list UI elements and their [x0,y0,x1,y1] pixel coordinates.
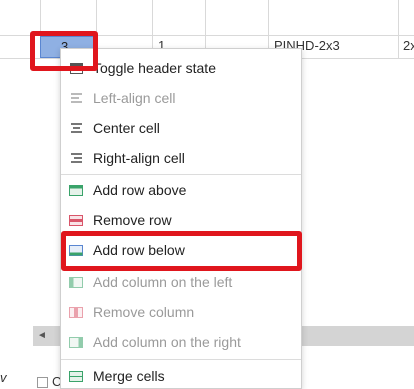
add-row-above-icon [69,184,83,196]
menu-item-right-align-cell[interactable]: Right-align cell [61,143,301,173]
align-right-icon [69,152,83,164]
partial-text: v [0,370,7,385]
remove-column-icon [69,306,83,318]
checkbox[interactable] [37,377,48,388]
menu-item-merge-cells[interactable]: Merge cells [61,361,301,389]
menu-item-center-cell[interactable]: Center cell [61,113,301,143]
align-center-icon [69,122,83,134]
menu-item-add-column-left[interactable]: Add column on the left [61,267,301,297]
menu-item-label: Remove column [93,304,195,320]
remove-row-icon [69,214,83,226]
menu-item-remove-column[interactable]: Remove column [61,297,301,327]
menu-item-label: Merge cells [93,368,165,384]
menu-item-label: Center cell [93,120,160,136]
menu-item-add-row-above[interactable]: Add row above [61,175,301,205]
menu-item-label: Add row above [93,182,187,198]
scroll-left-arrow-icon[interactable]: ◄ [36,329,48,343]
grid-line [398,0,399,58]
highlight-add-row-below [61,231,302,271]
add-column-left-icon [69,276,83,288]
menu-separator [61,359,301,360]
align-left-icon [69,92,83,104]
highlight-selected-cell [30,31,98,71]
add-column-right-icon [69,336,83,348]
menu-item-label: Right-align cell [93,150,185,166]
menu-item-left-align-cell[interactable]: Left-align cell [61,83,301,113]
menu-item-label: Left-align cell [93,90,176,106]
menu-item-add-column-right[interactable]: Add column on the right [61,327,301,357]
menu-item-label: Toggle header state [93,60,216,76]
merge-cells-icon [69,370,83,382]
table-context-menu: Toggle header state Left-align cell Cent… [60,48,302,389]
table-cell[interactable]: 2x [403,38,414,53]
menu-item-label: Add column on the left [93,274,233,290]
screenshot-root: 3 1 PINHD-2x3 2x ◄ v C Toggle header sta… [0,0,414,389]
menu-item-label: Add column on the right [93,334,241,350]
menu-item-label: Remove row [93,212,172,228]
